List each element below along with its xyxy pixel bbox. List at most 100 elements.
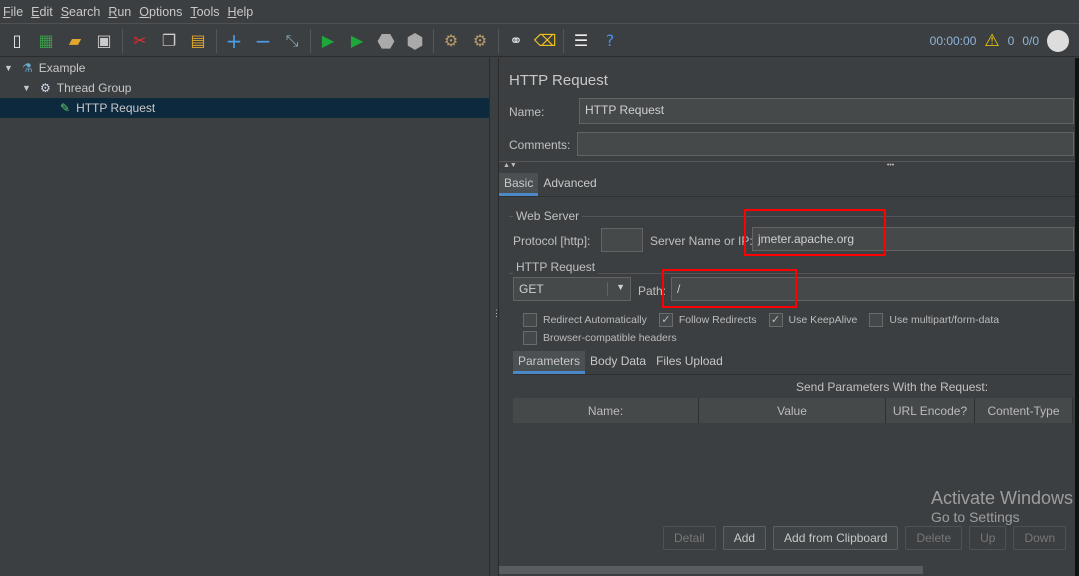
method-select[interactable]: GET ▼ xyxy=(513,277,631,301)
browser-compatible-checkbox[interactable]: Browser-compatible headers xyxy=(523,331,677,345)
column-content-type[interactable]: Content-Type xyxy=(975,398,1073,423)
checkbox-label: Use multipart/form-data xyxy=(889,314,1000,326)
menu-search[interactable]: Search xyxy=(61,5,101,19)
http-request-legend: HTTP Request xyxy=(513,260,599,274)
add-from-clipboard-button[interactable]: Add from Clipboard xyxy=(773,526,899,550)
shutdown-icon[interactable]: ⬢ xyxy=(404,29,426,53)
search-icon[interactable]: ⚭ xyxy=(505,30,527,52)
highlight-box xyxy=(662,269,797,308)
copy-icon[interactable]: ❐ xyxy=(158,30,180,52)
multipart-checkbox[interactable]: Use multipart/form-data xyxy=(869,313,999,327)
stop-icon[interactable]: ⬣ xyxy=(375,29,397,53)
menu-tools[interactable]: Tools xyxy=(190,5,219,19)
server-name-label: Server Name or IP: xyxy=(650,234,753,248)
detail-button[interactable]: Detail xyxy=(663,526,716,550)
window-edge xyxy=(1075,58,1079,576)
toggle-icon[interactable]: ⤡ xyxy=(281,30,303,52)
chevron-down-icon[interactable]: ▼ xyxy=(4,63,22,73)
method-value: GET xyxy=(519,282,544,296)
test-plan-tree: ▼ ⚗ Example ▼ ⚙ Thread Group ✎ HTTP Requ… xyxy=(0,58,490,576)
menu-file[interactable]: File xyxy=(3,5,23,19)
checkmark-icon[interactable]: ✓ xyxy=(768,313,783,327)
protocol-label: Protocol [http]: xyxy=(513,234,591,248)
checkbox-box[interactable] xyxy=(523,313,537,327)
column-name[interactable]: Name: xyxy=(513,398,699,423)
separator xyxy=(563,28,564,53)
watermark-line2: Go to Settings xyxy=(930,509,1020,525)
gear-icon: ⚙ xyxy=(40,81,51,95)
paste-icon[interactable]: ▤ xyxy=(187,30,209,52)
name-label: Name: xyxy=(509,105,545,119)
http-request-panel: HTTP Request Name: HTTP Request Comments… xyxy=(499,58,1079,576)
tab-basic[interactable]: Basic xyxy=(499,173,539,196)
checkbox-box[interactable] xyxy=(869,313,884,327)
tree-node-label: Thread Group xyxy=(56,81,132,95)
delete-button[interactable]: Delete xyxy=(905,526,963,550)
name-input[interactable]: HTTP Request xyxy=(579,98,1074,124)
menu-run[interactable]: Run xyxy=(108,5,131,19)
separator xyxy=(433,28,434,53)
watermark-line1: Activate Windows xyxy=(930,488,1073,508)
follow-redirects-checkbox[interactable]: ✓ Follow Redirects xyxy=(658,313,757,327)
checkbox-label: Follow Redirects xyxy=(678,314,757,326)
up-button[interactable]: Up xyxy=(969,526,1007,550)
function-helper-icon[interactable]: ☰ xyxy=(570,30,592,52)
highlight-box xyxy=(744,209,886,256)
down-button[interactable]: Down xyxy=(1013,526,1067,550)
expand-icon[interactable]: + xyxy=(223,29,245,53)
tab-files-upload[interactable]: Files Upload xyxy=(651,351,728,374)
comments-label: Comments: xyxy=(509,138,571,152)
menu-help[interactable]: Help xyxy=(228,5,254,19)
tree-node-label: HTTP Request xyxy=(76,101,156,115)
redirect-automatically-checkbox[interactable]: Redirect Automatically xyxy=(523,313,647,327)
split-pane-divider[interactable]: ⋮ xyxy=(490,58,501,576)
chevron-down-icon[interactable]: ▼ xyxy=(607,282,625,296)
menu-bar: File Edit Search Run Options Tools Help xyxy=(0,0,1079,24)
open-icon[interactable]: ▰ xyxy=(64,30,86,52)
elapsed-timer: 00:00:00 xyxy=(929,34,977,48)
menu-options[interactable]: Options xyxy=(139,5,182,19)
thread-count: 0/0 xyxy=(1022,34,1039,48)
tab-advanced[interactable]: Advanced xyxy=(538,173,601,196)
protocol-input[interactable] xyxy=(601,228,643,252)
tab-body-data[interactable]: Body Data xyxy=(585,351,651,374)
help-icon[interactable]: ? xyxy=(599,30,621,52)
save-icon[interactable]: ▣ xyxy=(93,30,115,52)
column-value[interactable]: Value xyxy=(699,398,886,423)
comments-input[interactable] xyxy=(577,132,1074,156)
add-button[interactable]: Add xyxy=(722,526,767,550)
collapse-icon[interactable]: − xyxy=(252,29,274,53)
start-icon[interactable]: ▶ xyxy=(317,30,339,52)
clear-all-icon[interactable]: ⚙ xyxy=(469,30,491,52)
templates-icon[interactable]: ▦ xyxy=(35,30,57,52)
clear-icon[interactable]: ⚙ xyxy=(440,30,462,52)
chevron-down-icon[interactable]: ▼ xyxy=(22,83,40,93)
remote-status-icon xyxy=(1047,30,1069,52)
tree-node-thread-group[interactable]: ▼ ⚙ Thread Group xyxy=(0,78,489,98)
warning-count: 0 xyxy=(1007,34,1015,48)
separator xyxy=(310,28,311,53)
horizontal-scrollbar[interactable] xyxy=(499,566,923,574)
params-table-header: Name: Value URL Encode? Content-Type xyxy=(513,398,1073,423)
start-no-pause-icon[interactable]: ▶ xyxy=(346,30,368,52)
checkbox-label: Browser-compatible headers xyxy=(543,332,677,344)
checkbox-label: Use KeepAlive xyxy=(788,314,858,326)
tab-parameters[interactable]: Parameters xyxy=(513,351,586,374)
collapse-arrows-icon[interactable]: ▲▼ ••• xyxy=(499,161,1075,169)
separator xyxy=(216,28,217,53)
warning-icon[interactable]: ⚠ xyxy=(984,31,999,51)
tree-node-example[interactable]: ▼ ⚗ Example xyxy=(0,58,489,78)
column-url-encode[interactable]: URL Encode? xyxy=(886,398,975,423)
menu-edit[interactable]: Edit xyxy=(31,5,53,19)
cut-icon[interactable]: ✂ xyxy=(129,30,151,52)
use-keepalive-checkbox[interactable]: ✓ Use KeepAlive xyxy=(768,313,858,327)
checkbox-box[interactable] xyxy=(523,331,537,345)
send-params-label: Send Parameters With the Request: xyxy=(796,380,989,394)
new-icon[interactable]: ▯ xyxy=(6,30,28,52)
checkmark-icon[interactable]: ✓ xyxy=(658,313,673,327)
flask-icon: ⚗ xyxy=(22,61,33,75)
reset-search-icon[interactable]: ⌫ xyxy=(534,30,557,52)
pipette-icon: ✎ xyxy=(60,101,71,115)
tree-node-http-request[interactable]: ✎ HTTP Request xyxy=(0,98,489,118)
tree-node-label: Example xyxy=(38,61,86,75)
